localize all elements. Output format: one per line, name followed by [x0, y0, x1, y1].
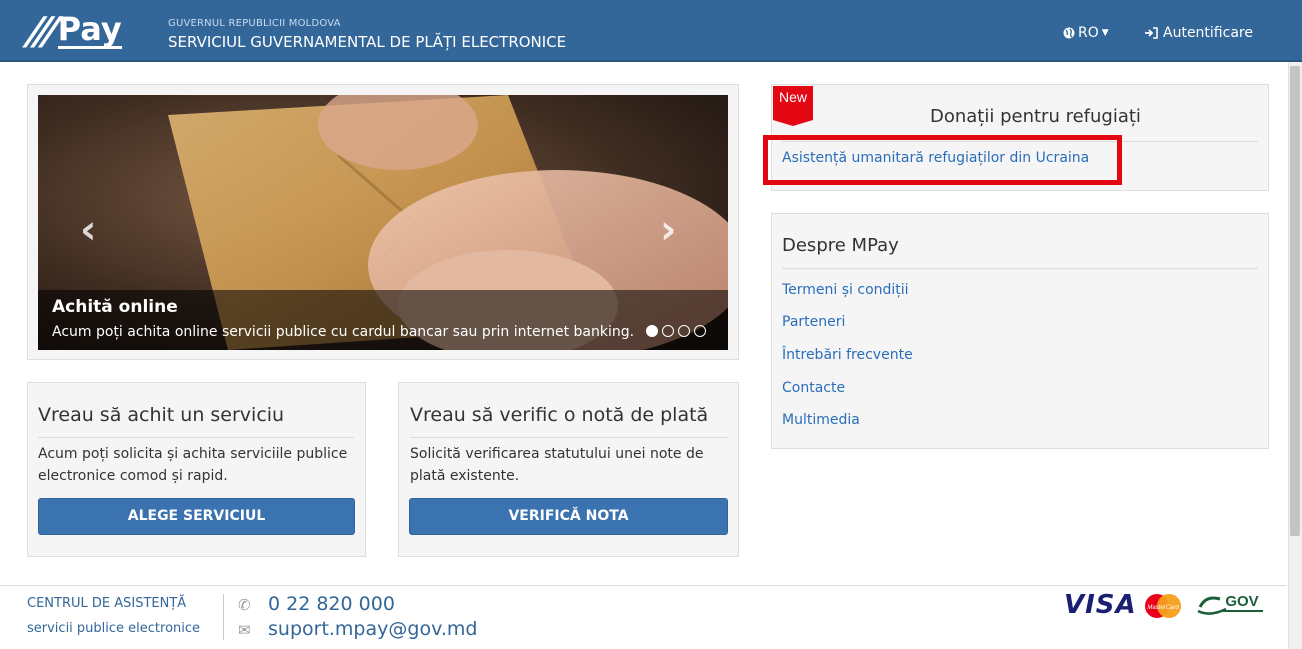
- terms-link[interactable]: Termeni și condiții: [782, 282, 909, 298]
- carousel-dot[interactable]: [646, 325, 658, 337]
- footer-divider: [0, 585, 1286, 586]
- divider: [38, 437, 354, 438]
- support-services-label: servicii publice electronice: [27, 621, 201, 636]
- logo-m-mark: ///: [24, 8, 56, 53]
- language-label: RO: [1078, 25, 1099, 41]
- service-name: SERVICIUL GUVERNAMENTAL DE PLĂȚI ELECTRO…: [168, 33, 567, 51]
- new-badge-label: New: [779, 89, 808, 105]
- carousel-dot[interactable]: [662, 325, 674, 337]
- login-icon: [1145, 27, 1158, 39]
- government-label: GUVERNUL REPUBLICII MOLDOVA: [168, 18, 341, 29]
- ukraine-refugees-link[interactable]: Asistență umanitară refugiaților din Ucr…: [782, 150, 1089, 166]
- caret-down-icon: ▼: [1101, 28, 1109, 38]
- support-phone[interactable]: 0 22 820 000: [268, 593, 395, 615]
- multimedia-link[interactable]: Multimedia: [782, 412, 860, 428]
- visa-logo: VISA: [1064, 590, 1137, 620]
- carousel-dot[interactable]: [678, 325, 690, 337]
- choose-service-button[interactable]: ALEGE SERVICIUL: [38, 498, 355, 535]
- verify-note-text: Solicită verificarea statutului unei not…: [410, 446, 704, 484]
- carousel-next-icon[interactable]: ›: [660, 210, 676, 250]
- top-header: /// Pay GUVERNUL REPUBLICII MOLDOVA SERV…: [0, 0, 1302, 62]
- verify-note-button[interactable]: VERIFICĂ NOTA: [409, 498, 728, 535]
- login-label: Autentificare: [1163, 25, 1253, 41]
- mastercard-logo: MasterCard: [1145, 594, 1181, 618]
- egov-logo: GOV: [1197, 593, 1263, 615]
- mastercard-label: MasterCard: [1147, 605, 1179, 611]
- divider: [410, 437, 728, 438]
- new-badge-icon: New: [773, 86, 813, 126]
- egov-label: GOV: [1225, 593, 1258, 610]
- carousel-indicators: [646, 325, 706, 337]
- partners-link[interactable]: Parteneri: [782, 314, 845, 330]
- carousel-caption-title: Achită online: [52, 297, 178, 317]
- mpay-logo[interactable]: /// Pay: [24, 8, 122, 53]
- pay-service-text: Acum poți solicita și achita serviciile …: [38, 446, 348, 484]
- contacts-link[interactable]: Contacte: [782, 380, 845, 396]
- support-email[interactable]: suport.mpay@gov.md: [268, 618, 477, 640]
- scrollbar-thumb[interactable]: [1290, 66, 1300, 536]
- faq-link[interactable]: Întrebări frecvente: [782, 347, 913, 363]
- carousel-dot[interactable]: [694, 325, 706, 337]
- envelope-icon: ✉: [238, 621, 251, 639]
- divider: [782, 268, 1258, 269]
- phone-icon: ✆: [238, 596, 251, 614]
- logo-pay-text: Pay: [57, 10, 122, 49]
- carousel-prev-icon[interactable]: ‹: [80, 210, 96, 250]
- footer-separator: [223, 594, 224, 640]
- carousel-caption-text: Acum poți achita online servicii publice…: [52, 324, 635, 340]
- donations-title: Donații pentru refugiați: [930, 106, 1141, 127]
- support-center-label: CENTRUL DE ASISTENȚĂ: [27, 596, 187, 611]
- about-title: Despre MPay: [782, 235, 899, 256]
- verify-note-title: Vreau să verific o notă de plată: [410, 404, 709, 426]
- globe-icon: [1063, 27, 1075, 39]
- pay-service-title: Vreau să achit un serviciu: [38, 404, 285, 426]
- language-selector[interactable]: RO ▼: [1063, 25, 1109, 41]
- login-link[interactable]: Autentificare: [1144, 25, 1253, 41]
